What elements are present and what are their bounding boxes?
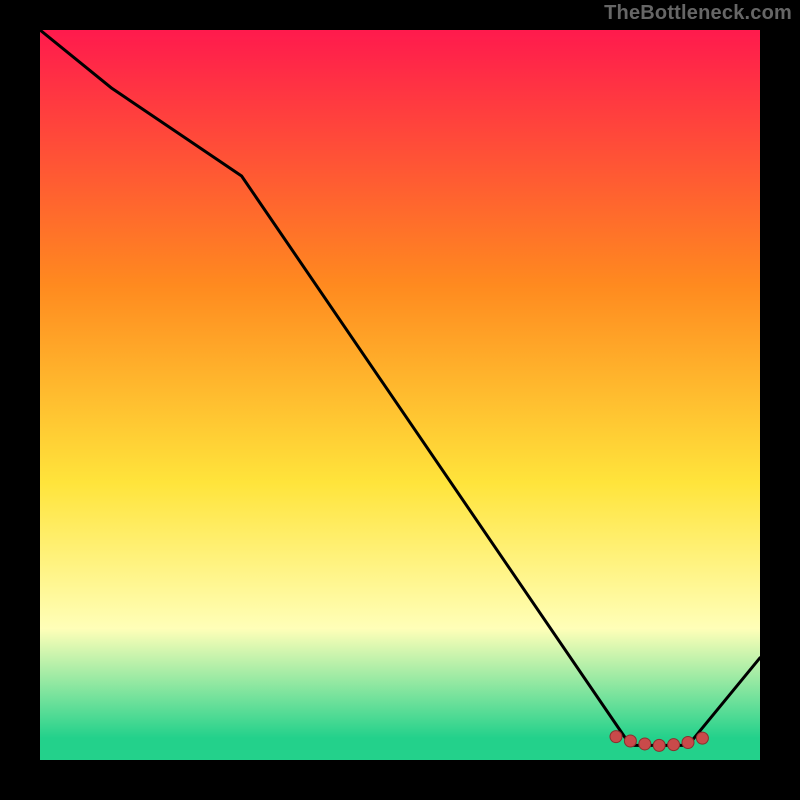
data-marker: [682, 736, 694, 748]
data-marker: [653, 739, 665, 751]
gradient-backdrop: [40, 30, 760, 760]
data-marker: [668, 739, 680, 751]
data-marker: [610, 731, 622, 743]
plot-area: [40, 30, 760, 760]
data-marker: [624, 735, 636, 747]
data-marker: [696, 732, 708, 744]
chart-frame: TheBottleneck.com: [0, 0, 800, 800]
data-marker: [639, 738, 651, 750]
watermark-text: TheBottleneck.com: [604, 2, 792, 25]
chart-svg: [40, 30, 760, 760]
